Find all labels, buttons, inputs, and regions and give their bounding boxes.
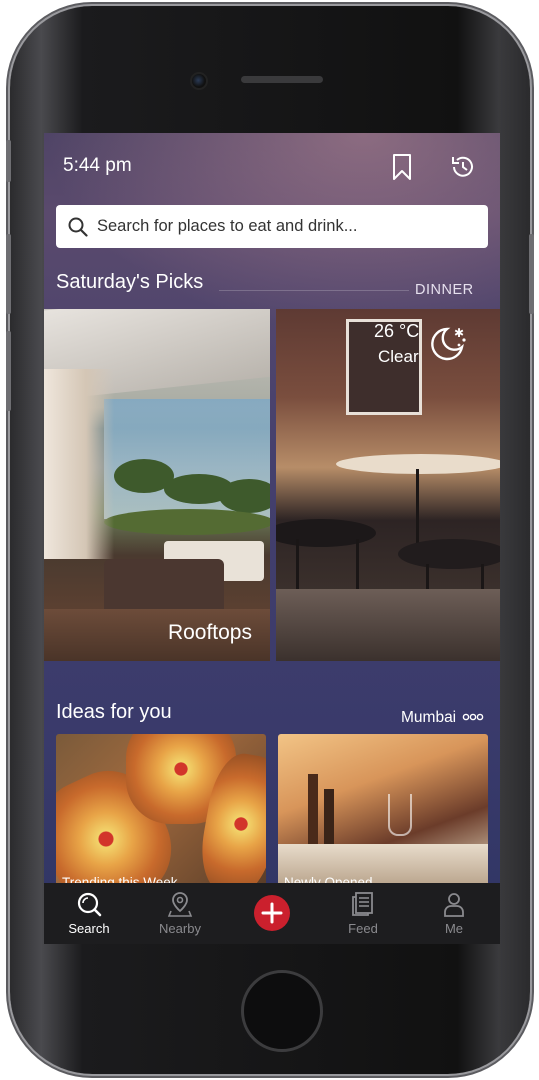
- user-icon: [444, 893, 464, 917]
- history-icon[interactable]: [449, 153, 477, 181]
- mute-switch: [6, 140, 11, 182]
- card-image-stool: [398, 539, 500, 569]
- card-image-bottle: [324, 789, 334, 844]
- card-image-bottle: [308, 774, 318, 844]
- front-camera: [190, 72, 208, 90]
- app-screen: 5:44 pm Search for places to eat and dri…: [44, 133, 500, 944]
- meal-selector[interactable]: DINNER: [415, 282, 474, 298]
- add-button[interactable]: [254, 895, 290, 931]
- card-image-shrubs: [104, 509, 270, 535]
- tab-label: Feed: [348, 921, 378, 936]
- weather-condition: Clear: [378, 347, 419, 366]
- tab-feed[interactable]: Feed: [328, 891, 398, 936]
- weather-temperature: 26 °C: [374, 321, 420, 341]
- search-input[interactable]: Search for places to eat and drink...: [97, 217, 357, 236]
- search-icon: [68, 217, 88, 237]
- idea-card-trending[interactable]: Trending this Week: [56, 734, 266, 886]
- bottom-tab-bar: Search Nearby Feed Me: [44, 883, 500, 944]
- plus-icon: [261, 902, 283, 924]
- section-title-picks: Saturday's Picks: [56, 271, 204, 293]
- section-title-ideas: Ideas for you: [56, 701, 172, 723]
- search-icon: [77, 892, 102, 917]
- moon-stars-icon: ✱: [431, 326, 466, 361]
- section-divider: [219, 290, 409, 291]
- city-selector[interactable]: Mumbai: [401, 709, 456, 727]
- feed-icon: [352, 892, 373, 916]
- card-image-stool-leg: [296, 539, 299, 589]
- earpiece-speaker: [241, 76, 323, 83]
- card-image-curtain: [44, 369, 114, 559]
- power-button: [529, 234, 534, 314]
- map-pin-icon: [167, 892, 193, 917]
- tab-label: Search: [68, 921, 110, 936]
- volume-down-button: [6, 331, 11, 411]
- card-image-table-leg: [416, 469, 419, 549]
- pick-card-rooftops[interactable]: Rooftops: [44, 309, 270, 661]
- svg-text:✱: ✱: [454, 326, 464, 340]
- card-image-stool-leg: [356, 539, 359, 589]
- idea-card-newly-opened[interactable]: Newly Opened: [278, 734, 488, 886]
- card-image-stool: [276, 519, 376, 547]
- card-image-rail: [276, 589, 500, 661]
- tab-me[interactable]: Me: [419, 891, 489, 936]
- volume-up-button: [6, 234, 11, 314]
- card-image-glass: [388, 794, 412, 836]
- pick-card-label: Rooftops: [167, 621, 252, 644]
- card-image-palm: [219, 479, 270, 513]
- home-button[interactable]: [241, 970, 323, 1052]
- status-time: 5:44 pm: [63, 155, 132, 176]
- search-bar[interactable]: Search for places to eat and drink...: [56, 205, 488, 248]
- bookmark-icon[interactable]: [390, 153, 414, 181]
- tab-label: Nearby: [159, 921, 201, 936]
- tab-search[interactable]: Search: [54, 891, 124, 936]
- more-dots-icon[interactable]: [462, 713, 484, 721]
- tab-nearby[interactable]: Nearby: [145, 891, 215, 936]
- tab-label: Me: [444, 921, 464, 936]
